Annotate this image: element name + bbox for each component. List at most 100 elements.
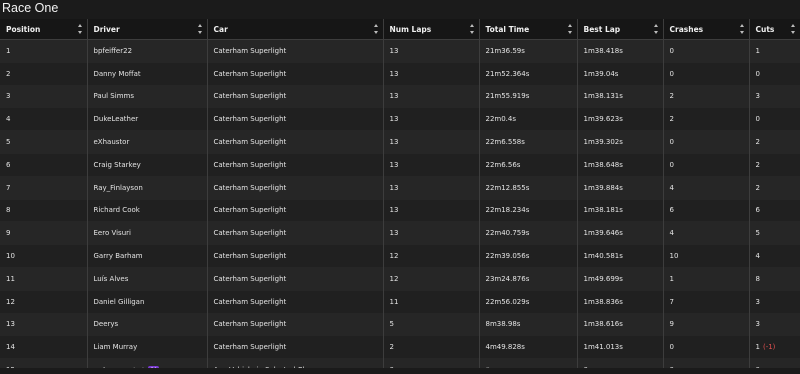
cell-crashes-value: 0 — [669, 138, 674, 147]
cell-car-value: Caterham Superlight — [213, 46, 287, 55]
cell-car: Caterham Superlight — [207, 312, 384, 336]
cell-driver: DukeLeather — [87, 107, 208, 131]
column-header-car[interactable]: Car — [207, 19, 384, 40]
cell-position: 4 — [0, 107, 88, 131]
cell-total-time-value: 22m39.056s — [485, 252, 530, 261]
cell-num-laps: 13 — [383, 130, 480, 154]
table-row: 12 Daniel Gilligan Caterham Superlight 11 22… — [0, 289, 800, 314]
cell-position: 1 — [0, 39, 88, 63]
cell-num-laps-value: 2 — [389, 343, 394, 352]
cell-total-time: 22m6.558s — [479, 130, 578, 154]
cell-position-value: 14 — [6, 343, 15, 352]
cell-position: 12 — [0, 289, 88, 314]
cell-best-lap: 1m41.013s — [577, 335, 664, 359]
cell-best-lap-value: 1m40.581s — [583, 252, 623, 261]
column-header-cuts[interactable]: Cuts — [749, 19, 800, 40]
cell-driver-value: Daniel Gilligan — [93, 297, 145, 306]
cell-best-lap-value: 1m38.181s — [583, 206, 623, 215]
cell-num-laps: 13 — [383, 107, 480, 131]
cell-best-lap: 1m39.302s — [577, 130, 664, 154]
cell-crashes: 0 — [663, 130, 750, 154]
cell-total-time-value: 22m6.56s — [485, 160, 521, 169]
sort-icon[interactable] — [77, 24, 83, 34]
cell-crashes: 7 — [663, 289, 750, 314]
cell-crashes: 6 — [663, 198, 750, 222]
sort-icon[interactable] — [197, 24, 203, 34]
table-row: 10 Garry Barham Caterham Superlight 12 22m39… — [0, 244, 800, 268]
table-row: 1 bpfeiffer22 Caterham Superlight 13 21m36.5… — [0, 39, 800, 63]
cell-num-laps: 13 — [383, 221, 480, 245]
results-table: Position Driver Car Num Laps Total Time … — [0, 19, 800, 374]
column-header-best-lap[interactable]: Best Lap — [577, 19, 664, 40]
cell-cuts-value: 0 — [755, 115, 760, 124]
cell-driver-value: Garry Barham — [93, 252, 143, 261]
cell-position-value: 6 — [6, 160, 11, 169]
cell-position-value: 4 — [6, 115, 11, 124]
column-header-total-time[interactable]: Total Time — [479, 19, 578, 40]
sort-icon[interactable] — [373, 24, 379, 34]
cell-total-time-value: 22m0.4s — [485, 115, 517, 124]
column-header-num-laps[interactable]: Num Laps — [383, 19, 480, 40]
cell-num-laps-value: 13 — [389, 92, 399, 101]
cell-cuts: 3 — [749, 289, 800, 314]
cell-crashes-value: 6 — [669, 206, 674, 215]
cell-driver-value: Craig Starkey — [93, 160, 141, 169]
cell-num-laps-value: 13 — [389, 69, 399, 78]
cell-best-lap-value: 1m39.623s — [583, 115, 623, 124]
column-header-label: Total Time — [485, 24, 530, 34]
cell-crashes-value: 1 — [669, 274, 674, 283]
results-page: Race One Position Driver Car Num Laps To… — [0, 0, 800, 374]
cell-crashes-value: 9 — [669, 320, 674, 329]
cell-position-value: 12 — [6, 297, 15, 306]
cell-num-laps-value: 13 — [389, 229, 399, 238]
page-title: Race One — [2, 1, 59, 15]
sort-icon[interactable] — [739, 24, 745, 34]
cell-driver-value: Richard Cook — [93, 206, 140, 215]
column-header-driver[interactable]: Driver — [87, 19, 208, 40]
cell-num-laps-value: 13 — [389, 160, 399, 169]
cell-driver: Richard Cook — [87, 198, 208, 222]
cell-driver: bpfeiffer22 — [87, 39, 208, 63]
column-header-crashes[interactable]: Crashes — [663, 19, 750, 40]
cell-car: Caterham Superlight — [207, 175, 384, 200]
sort-icon[interactable] — [791, 24, 796, 34]
cell-best-lap: 1m38.181s — [577, 198, 664, 222]
cell-num-laps-value: 11 — [389, 297, 399, 306]
cell-total-time-value: 8m38.98s — [485, 320, 521, 329]
cell-car-value: Caterham Superlight — [213, 229, 287, 238]
cell-cuts-value: 8 — [755, 274, 760, 283]
cell-total-time-value: 21m36.59s — [485, 46, 525, 55]
cell-crashes-value: 10 — [669, 252, 679, 261]
table-row: 2 Danny Moffat Caterham Superlight 13 21m52.… — [0, 61, 800, 86]
cell-car-value: Caterham Superlight — [213, 206, 287, 215]
column-header-label: Driver — [93, 24, 120, 34]
column-header-label: Position — [6, 24, 41, 34]
cell-driver: Ray_Finlayson — [87, 175, 208, 200]
cell-car: Caterham Superlight — [207, 198, 384, 222]
cell-num-laps-value: 12 — [389, 252, 399, 261]
cell-car-value: Caterham Superlight — [213, 69, 287, 78]
cell-crashes: 0 — [663, 61, 750, 86]
cell-position-value: 11 — [6, 274, 15, 283]
cell-position: 13 — [0, 312, 88, 336]
cell-position: 9 — [0, 221, 88, 245]
cell-driver-value: Danny Moffat — [93, 69, 141, 78]
cell-cuts-value: 4 — [755, 252, 760, 261]
cell-best-lap: 1m38.418s — [577, 39, 664, 63]
cell-crashes: 4 — [663, 221, 750, 245]
column-header-position[interactable]: Position — [0, 19, 88, 40]
sort-icon[interactable] — [567, 24, 573, 34]
cell-cuts-value: 6 — [755, 206, 760, 215]
cell-driver-value: Paul Simms — [93, 92, 134, 101]
cell-position: 5 — [0, 130, 88, 154]
cell-car: Caterham Superlight — [207, 335, 384, 359]
cell-num-laps-value: 12 — [389, 274, 399, 283]
cell-position-value: 13 — [6, 320, 15, 329]
cell-car-value: Caterham Superlight — [213, 115, 287, 124]
cell-total-time: 22m56.029s — [479, 289, 578, 314]
sort-icon[interactable] — [653, 24, 659, 34]
cell-total-time: 4m49.828s — [479, 335, 578, 359]
sort-icon[interactable] — [469, 24, 475, 34]
cell-num-laps-value: 5 — [389, 320, 394, 329]
cell-driver: eXhaustor — [87, 130, 208, 154]
